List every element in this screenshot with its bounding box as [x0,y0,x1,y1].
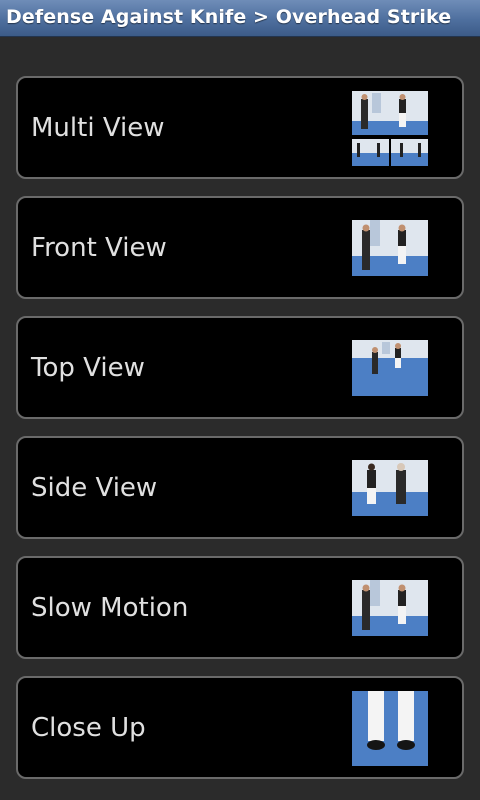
list-item-side-view[interactable]: Side View [16,436,464,539]
multi-view-thumbnail [352,91,428,166]
list-item-label: Multi View [31,112,165,143]
slow-motion-thumbnail [352,580,428,636]
list-item-label: Slow Motion [31,592,189,623]
list-item-label: Close Up [31,712,146,743]
list-item-label: Top View [31,352,145,383]
list-item-label: Front View [31,232,167,263]
front-view-thumbnail [352,220,428,276]
list-item-front-view[interactable]: Front View [16,196,464,299]
list-item-top-view[interactable]: Top View [16,316,464,419]
close-up-thumbnail [352,691,428,766]
title-bar: Defense Against Knife > Overhead Strike [0,0,480,37]
top-view-thumbnail [352,340,428,396]
page-title: Defense Against Knife > Overhead Strike [6,6,452,28]
list-item-slow-motion[interactable]: Slow Motion [16,556,464,659]
list-item-multi-view[interactable]: Multi View [16,76,464,179]
list-item-label: Side View [31,472,158,503]
side-view-thumbnail [352,460,428,516]
list-item-close-up[interactable]: Close Up [16,676,464,779]
